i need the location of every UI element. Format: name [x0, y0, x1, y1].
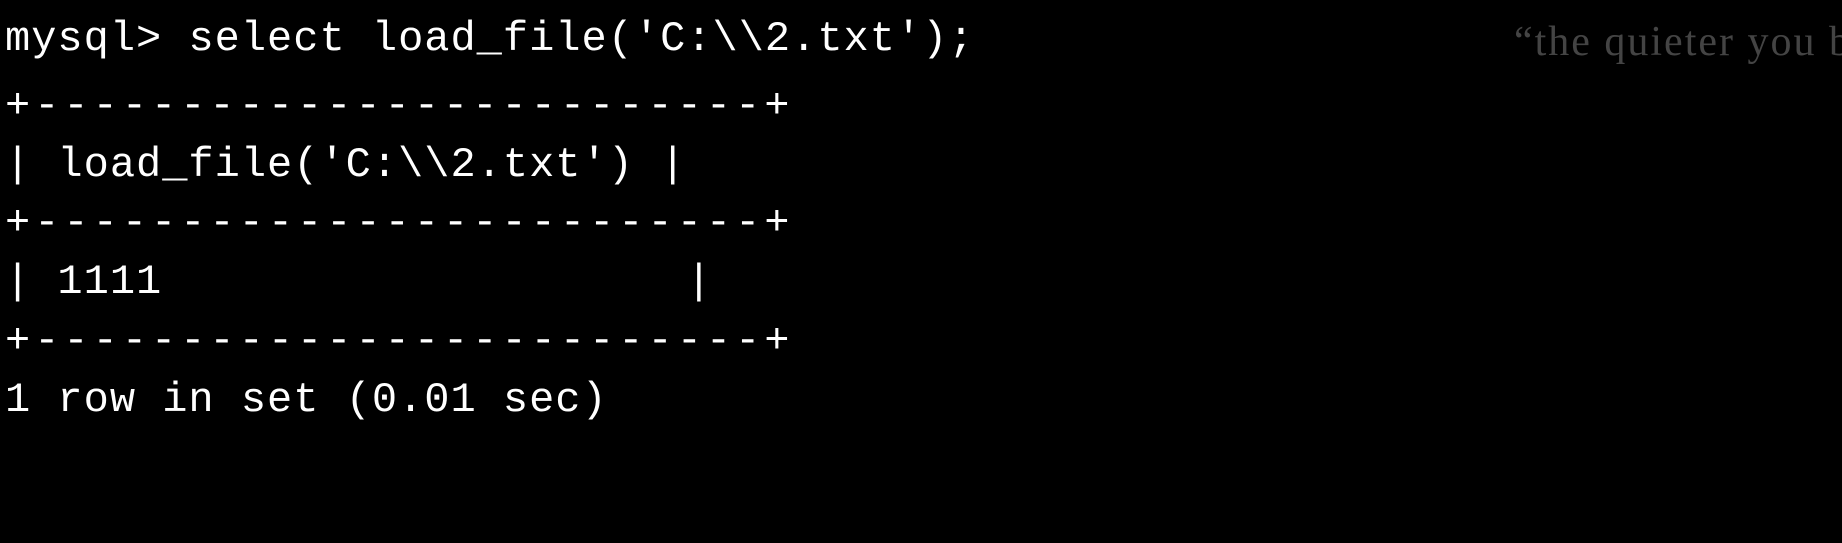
- table-data-row: | 1111 |: [5, 253, 1837, 312]
- table-border-top: +-------------------------+: [5, 77, 1837, 136]
- query-status: 1 row in set (0.01 sec): [5, 371, 1837, 430]
- mysql-prompt: mysql>: [5, 10, 188, 69]
- background-watermark-text: “the quieter you b: [1514, 18, 1842, 66]
- query-result-table: +-------------------------+ | load_file(…: [5, 77, 1837, 371]
- table-border-bottom: +-------------------------+: [5, 312, 1837, 371]
- table-border-mid: +-------------------------+: [5, 194, 1837, 253]
- table-header-row: | load_file('C:\\2.txt') |: [5, 136, 1837, 195]
- mysql-terminal[interactable]: mysql> select load_file('C:\\2.txt'); +-…: [5, 10, 1837, 430]
- sql-command: select load_file('C:\\2.txt');: [188, 10, 974, 69]
